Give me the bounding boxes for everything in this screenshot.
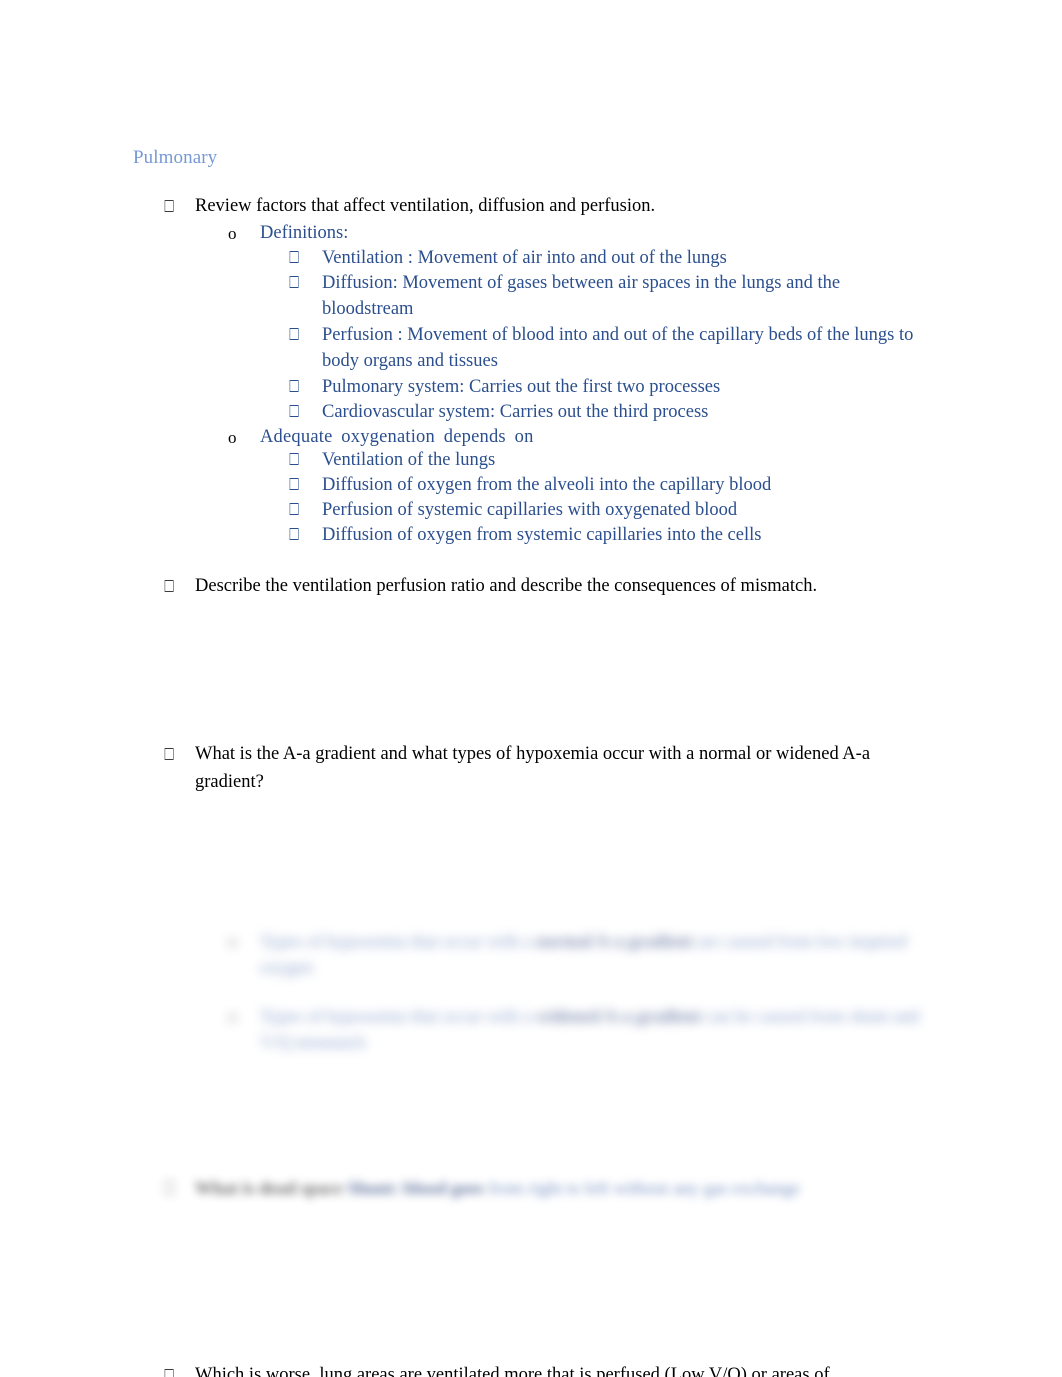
list-item-text: Definitions:: [260, 223, 349, 243]
list-item-level3: ⎕ Ventilation : Movement of air into and…: [289, 245, 934, 271]
list-item-text: Perfusion of systemic capillaries with o…: [322, 500, 738, 520]
bullet-box-icon: ⎕: [164, 197, 175, 216]
bullet-box-icon: ⎕: [289, 248, 300, 267]
list-item-level3: ⎕ Diffusion of oxygen from the alveoli i…: [289, 472, 934, 498]
list-item-text: Diffusion of oxygen from the alveoli int…: [322, 475, 772, 495]
list-item-level2-definitions: o Definitions:: [228, 220, 928, 247]
redacted-text: What is dead space Shunt: blood goes fro…: [195, 1178, 801, 1198]
list-item-level3: ⎕ Diffusion: Movement of gases between a…: [289, 270, 909, 322]
bullet-box-icon: ⎕: [289, 475, 300, 494]
redacted-text: Types of hypoxemia that occur with a nor…: [260, 931, 907, 977]
sub-bullet-o-marker: o: [228, 1006, 237, 1026]
list-item-level3: ⎕ Perfusion of systemic capillaries with…: [289, 497, 934, 523]
list-item-text: Ventilation of the lungs: [322, 450, 496, 470]
list-item-text: Review factors that affect ventilation, …: [195, 196, 656, 216]
list-item-text: Ventilation : Movement of air into and o…: [322, 248, 727, 268]
list-item-level1-clipped: ⎕ Which is worse, lung areas are ventila…: [164, 1362, 954, 1377]
bullet-box-icon: ⎕: [164, 577, 175, 596]
redacted-text: Types of hypoxemia that occur with a wid…: [260, 1006, 920, 1052]
redacted-list-item: o Types of hypoxemia that occur with a n…: [228, 928, 928, 980]
document-page: Pulmonary ⎕ Review factors that affect v…: [0, 0, 1062, 1377]
bullet-box-icon: ⎕: [164, 745, 175, 764]
redacted-block-hypoxemia: o Types of hypoxemia that occur with a n…: [228, 928, 948, 1055]
bullet-box-icon: ⎕: [164, 1366, 175, 1377]
list-item-text: Pulmonary system: Carries out the first …: [322, 377, 721, 397]
list-item-text: Which is worse, lung areas are ventilate…: [195, 1365, 844, 1377]
list-item-level3: ⎕ Ventilation of the lungs: [289, 447, 934, 473]
bullet-box-icon: ⎕: [289, 402, 300, 421]
list-item-level3: ⎕ Cardiovascular system: Carries out the…: [289, 399, 934, 425]
page-title: Pulmonary: [133, 147, 218, 168]
sub-bullet-o-marker: o: [228, 428, 237, 447]
list-item-text: What is the A-a gradient and what types …: [195, 744, 871, 792]
list-item-text: Cardiovascular system: Carries out the t…: [322, 402, 709, 422]
redacted-block-dead-space: ⎕ What is dead space Shunt: blood goes f…: [164, 1175, 924, 1201]
redacted-list-item: ⎕ What is dead space Shunt: blood goes f…: [164, 1175, 909, 1201]
list-item-text: Diffusion of oxygen from systemic capill…: [322, 525, 762, 545]
list-item-text: Perfusion : Movement of blood into and o…: [322, 325, 914, 371]
bullet-box-icon: ⎕: [289, 377, 300, 396]
bullet-box-icon: ⎕: [289, 525, 300, 544]
sub-bullet-o-marker: o: [228, 931, 237, 951]
list-item-level3: ⎕ Pulmonary system: Carries out the firs…: [289, 374, 934, 400]
list-item-text: Describe the ventilation perfusion ratio…: [195, 576, 818, 596]
bullet-box-icon: ⎕: [289, 273, 300, 292]
sub-bullet-o-marker: o: [228, 224, 237, 243]
redacted-list-item: o Types of hypoxemia that occur with a w…: [228, 1003, 943, 1055]
bullet-box-icon: ⎕: [164, 1178, 175, 1198]
list-item-level3: ⎕ Diffusion of oxygen from systemic capi…: [289, 522, 934, 548]
bullet-box-icon: ⎕: [289, 500, 300, 519]
list-item-level1-aa-gradient: ⎕ What is the A-a gradient and what type…: [164, 741, 894, 796]
bullet-box-icon: ⎕: [289, 325, 300, 344]
list-item-text: Diffusion: Movement of gases between air…: [322, 273, 841, 319]
bullet-box-icon: ⎕: [289, 450, 300, 469]
list-item-level1: ⎕ Review factors that affect ventilation…: [164, 193, 924, 221]
list-item-level1-vq-ratio: ⎕ Describe the ventilation perfusion rat…: [164, 573, 944, 601]
list-item-level3: ⎕ Perfusion : Movement of blood into and…: [289, 322, 939, 374]
